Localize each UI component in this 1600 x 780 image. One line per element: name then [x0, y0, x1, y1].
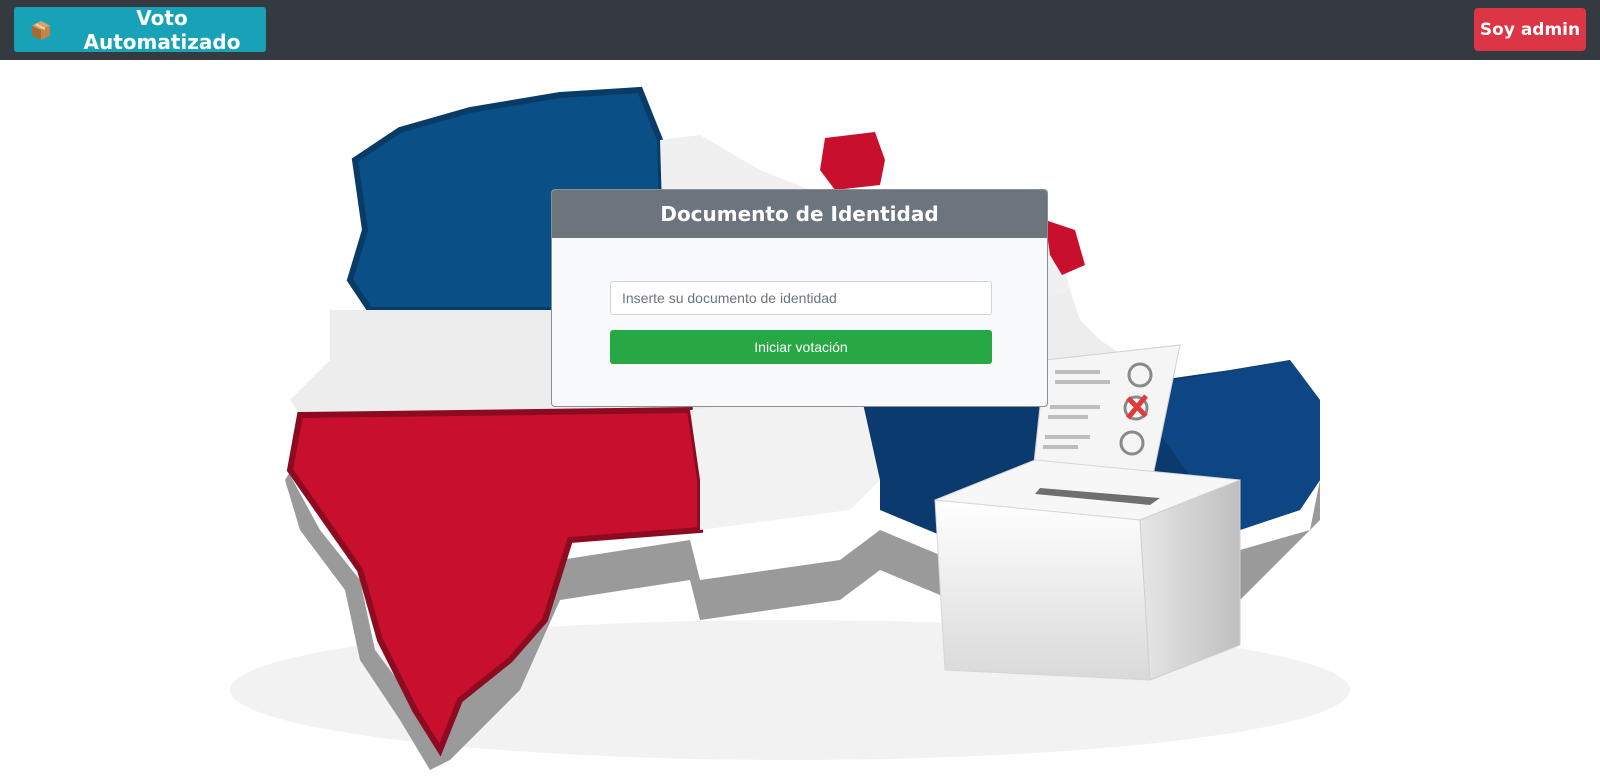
card-title: Documento de Identidad	[552, 190, 1047, 238]
identity-document-input[interactable]	[610, 281, 992, 315]
hero-background	[0, 60, 1600, 780]
top-navbar: Voto Automatizado Soy admin	[0, 0, 1600, 60]
brand-label: Voto Automatizado	[83, 5, 241, 54]
ballot-box	[934, 459, 1241, 681]
brand-button[interactable]: Voto Automatizado	[14, 5, 266, 54]
dominican-flag-map-image	[230, 86, 1350, 770]
admin-button[interactable]: Soy admin	[1474, 8, 1586, 51]
start-voting-button[interactable]: Iniciar votación	[610, 330, 992, 364]
package-icon	[30, 19, 52, 41]
identity-card: Documento de Identidad Iniciar votación	[551, 189, 1048, 407]
